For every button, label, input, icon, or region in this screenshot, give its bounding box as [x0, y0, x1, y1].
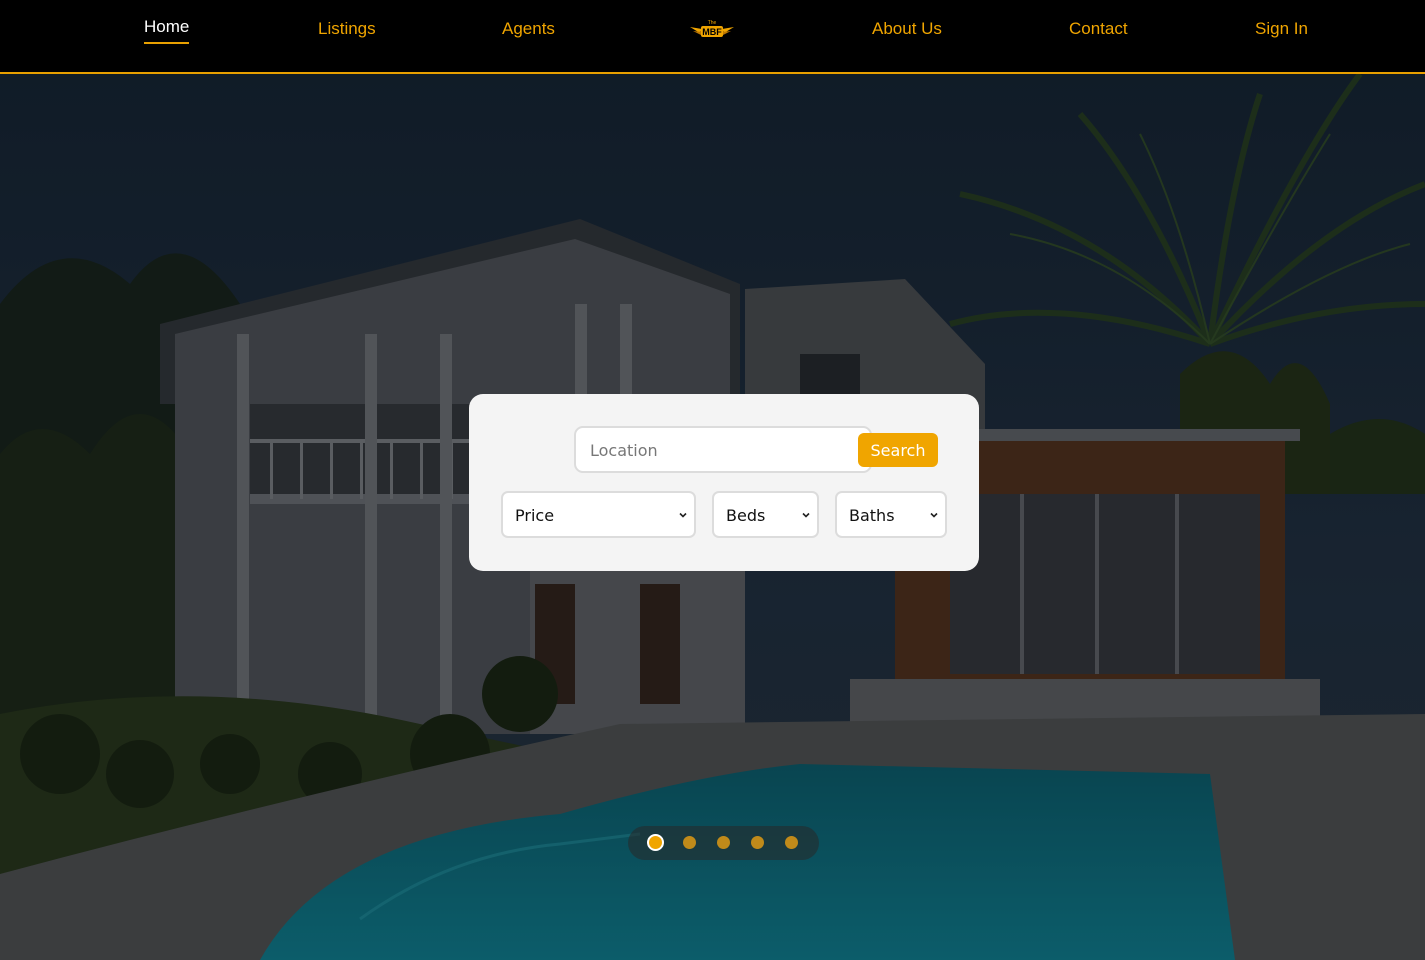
beds-select[interactable]: Beds — [712, 491, 819, 538]
carousel-dot-2[interactable] — [683, 836, 696, 849]
nav-agents-link[interactable]: Agents — [502, 19, 555, 39]
beds-select-label: Beds — [726, 506, 766, 525]
nav-about-link[interactable]: About Us — [872, 19, 942, 39]
nav-contact-link[interactable]: Contact — [1069, 19, 1128, 39]
logo-main-text: MBF — [702, 27, 722, 37]
nav-home-link[interactable]: Home — [144, 17, 190, 44]
chevron-down-icon — [802, 512, 810, 518]
baths-select-label: Baths — [849, 506, 895, 525]
winged-logo-icon: MBF The — [690, 20, 734, 37]
chevron-down-icon — [930, 512, 938, 518]
carousel-dot-4[interactable] — [751, 836, 764, 849]
carousel-pagination — [628, 826, 819, 860]
price-select[interactable]: Price — [501, 491, 696, 538]
nav-signin-link[interactable]: Sign In — [1255, 19, 1308, 39]
nav-listings-link[interactable]: Listings — [318, 19, 376, 39]
location-input[interactable] — [588, 428, 852, 473]
baths-select[interactable]: Baths — [835, 491, 947, 538]
search-button[interactable]: Search — [858, 433, 938, 467]
property-search-card: Search Price Beds Baths — [469, 394, 979, 571]
price-select-label: Price — [515, 506, 555, 525]
chevron-down-icon — [679, 512, 687, 518]
top-navbar: Home Listings Agents MBF The About Us Co… — [0, 0, 1425, 74]
carousel-dot-1[interactable] — [647, 834, 664, 851]
carousel-dot-3[interactable] — [717, 836, 730, 849]
brand-logo[interactable]: MBF The — [688, 17, 736, 41]
logo-top-text: The — [708, 20, 717, 26]
location-field — [574, 426, 872, 473]
carousel-dot-5[interactable] — [785, 836, 798, 849]
